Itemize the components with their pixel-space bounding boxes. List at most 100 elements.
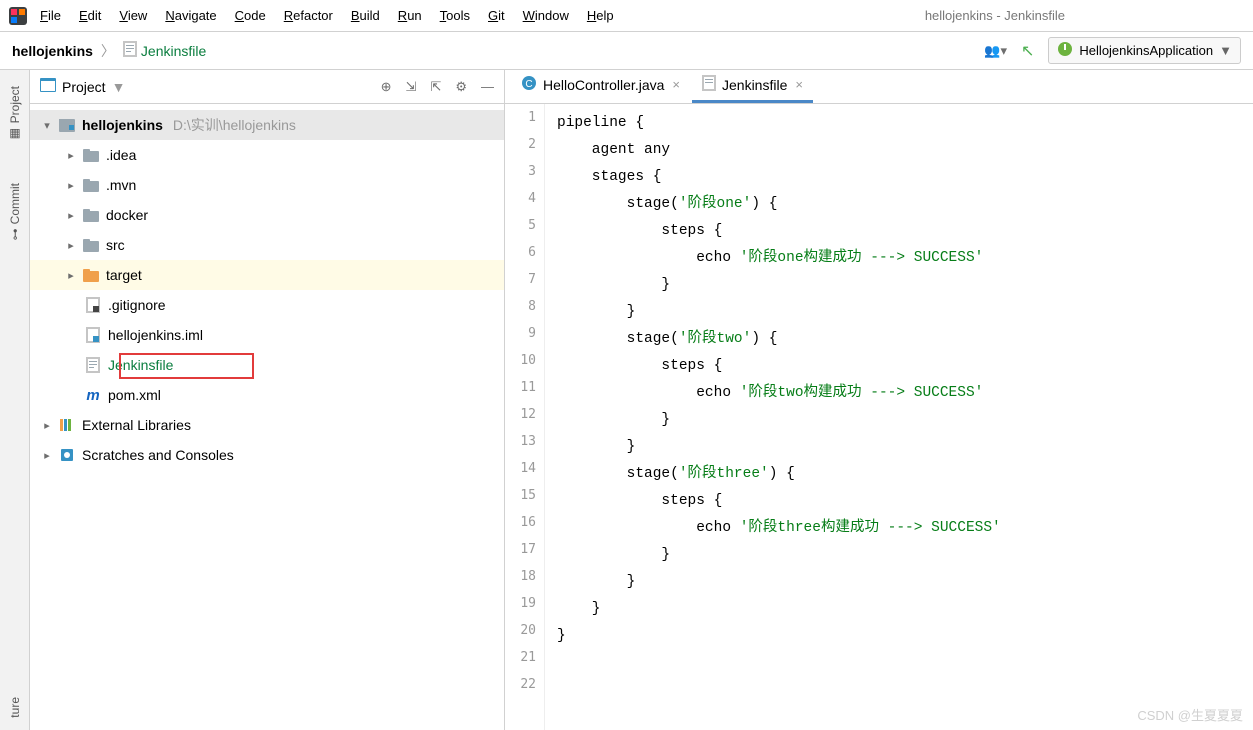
- tree-item-target[interactable]: target: [30, 260, 504, 290]
- menu-navigate[interactable]: Navigate: [165, 8, 216, 23]
- menu-view[interactable]: View: [119, 8, 147, 23]
- menu-tools[interactable]: Tools: [440, 8, 470, 23]
- side-tab-project-label: Project: [8, 86, 22, 123]
- folder-icon: [82, 236, 100, 254]
- menu-refactor[interactable]: Refactor: [284, 8, 333, 23]
- breadcrumb-file[interactable]: Jenkinsfile: [123, 41, 206, 60]
- tree-item-docker[interactable]: docker: [30, 200, 504, 230]
- tree-item-label: target: [106, 267, 142, 283]
- expand-all-icon[interactable]: ⇲: [406, 79, 417, 95]
- code-line: }: [557, 299, 1001, 326]
- folder-icon: [82, 146, 100, 164]
- tree-item-label: .idea: [106, 147, 136, 163]
- tree-item-label: src: [106, 237, 125, 253]
- tree-item--idea[interactable]: .idea: [30, 140, 504, 170]
- tab-icon: C: [521, 75, 537, 94]
- users-icon[interactable]: 👥▾: [984, 43, 1007, 59]
- project-panel-title[interactable]: Project ▼: [40, 78, 125, 95]
- editor-tab-Jenkinsfile[interactable]: Jenkinsfile×: [692, 69, 813, 103]
- close-icon[interactable]: ×: [795, 77, 803, 92]
- chevron-right-icon[interactable]: [40, 449, 54, 462]
- build-hammer-icon[interactable]: ↖: [1021, 41, 1034, 61]
- close-icon[interactable]: ×: [672, 77, 680, 92]
- gutter-line: 19: [505, 596, 544, 623]
- run-config-label: HellojenkinsApplication: [1079, 43, 1213, 58]
- menu-git[interactable]: Git: [488, 8, 505, 23]
- menu-bar: File Edit View Navigate Code Refactor Build Run…: [0, 0, 1253, 32]
- menu-edit[interactable]: Edit: [79, 8, 101, 23]
- code-line: echo '阶段three构建成功 ---> SUCCESS': [557, 515, 1001, 542]
- chevron-right-icon[interactable]: [64, 209, 78, 222]
- code-line: steps {: [557, 488, 1001, 515]
- tree-external-libraries[interactable]: External Libraries: [30, 410, 504, 440]
- menu-window[interactable]: Window: [523, 8, 569, 23]
- code-line: stages {: [557, 164, 1001, 191]
- menu-build[interactable]: Build: [351, 8, 380, 23]
- gutter-line: 18: [505, 569, 544, 596]
- gutter-line: 17: [505, 542, 544, 569]
- gutter-line: 20: [505, 623, 544, 650]
- tree-item--mvn[interactable]: .mvn: [30, 170, 504, 200]
- panel-tools: ⊕ ⇲ ⇱ ⚙ —: [381, 79, 494, 95]
- hide-icon[interactable]: —: [481, 79, 494, 94]
- tree-item-label: Jenkinsfile: [108, 357, 173, 373]
- tree-item-Jenkinsfile[interactable]: Jenkinsfile: [30, 350, 504, 380]
- tree-item--gitignore[interactable]: .gitignore: [30, 290, 504, 320]
- module-icon: [58, 116, 76, 134]
- tree-external-libraries-label: External Libraries: [82, 417, 191, 433]
- chevron-down-icon[interactable]: [40, 119, 54, 132]
- tree-item-src[interactable]: src: [30, 230, 504, 260]
- menu-help[interactable]: Help: [587, 8, 614, 23]
- svg-text:C: C: [525, 79, 532, 90]
- code-line: }: [557, 569, 1001, 596]
- menu-file[interactable]: File: [40, 8, 61, 23]
- project-icon: ▦: [8, 127, 22, 141]
- code-line: }: [557, 596, 1001, 623]
- gutter-line: 12: [505, 407, 544, 434]
- chevron-right-icon[interactable]: [64, 269, 78, 282]
- code-line: }: [557, 272, 1001, 299]
- project-view-icon: [40, 78, 56, 95]
- settings-icon[interactable]: ⚙: [455, 79, 467, 95]
- code-line: echo '阶段two构建成功 ---> SUCCESS': [557, 380, 1001, 407]
- editor-tab-HelloController-java[interactable]: CHelloController.java×: [511, 69, 690, 103]
- spring-boot-icon: [1057, 41, 1073, 60]
- tree-item-label: .mvn: [106, 177, 136, 193]
- collapse-all-icon[interactable]: ⇱: [430, 79, 441, 95]
- tree-item-label: hellojenkins.iml: [108, 327, 203, 343]
- app-logo-icon: [8, 6, 28, 26]
- toolbar-right: 👥▾ ↖ HellojenkinsApplication ▼: [984, 37, 1241, 64]
- gutter-line: 15: [505, 488, 544, 515]
- side-tab-structure[interactable]: ture: [4, 689, 26, 726]
- editor-body: 12345678910111213141516171819202122 pipe…: [505, 104, 1253, 730]
- code-line: }: [557, 542, 1001, 569]
- menu-code[interactable]: Code: [235, 8, 266, 23]
- gutter-line: 8: [505, 299, 544, 326]
- select-opened-file-icon[interactable]: ⊕: [381, 79, 392, 95]
- code-line: steps {: [557, 353, 1001, 380]
- menu-run[interactable]: Run: [398, 8, 422, 23]
- side-tab-commit[interactable]: ⊶ Commit: [4, 175, 26, 248]
- tree-root[interactable]: hellojenkins D:\实训\hellojenkins: [30, 110, 504, 140]
- folder-icon: [82, 206, 100, 224]
- tree-scratches[interactable]: Scratches and Consoles: [30, 440, 504, 470]
- breadcrumb-file-label: Jenkinsfile: [141, 43, 206, 59]
- folder-icon: [82, 266, 100, 284]
- tree-item-hellojenkins-iml[interactable]: hellojenkins.iml: [30, 320, 504, 350]
- breadcrumb-separator-icon: 〉: [101, 41, 115, 61]
- chevron-right-icon[interactable]: [40, 419, 54, 432]
- run-configuration-selector[interactable]: HellojenkinsApplication ▼: [1048, 37, 1241, 64]
- side-tab-project[interactable]: ▦ Project: [4, 78, 26, 149]
- code-line: }: [557, 623, 1001, 650]
- chevron-right-icon[interactable]: [64, 239, 78, 252]
- breadcrumb-project[interactable]: hellojenkins: [12, 43, 93, 59]
- file-icon: [84, 296, 102, 314]
- chevron-right-icon[interactable]: [64, 179, 78, 192]
- tree-item-pom-xml[interactable]: mpom.xml: [30, 380, 504, 410]
- gutter-line: 11: [505, 380, 544, 407]
- gutter-line: 14: [505, 461, 544, 488]
- file-icon: [84, 326, 102, 344]
- file-icon: m: [84, 386, 102, 404]
- chevron-right-icon[interactable]: [64, 149, 78, 162]
- editor-code[interactable]: pipeline { agent any stages { stage('阶段o…: [545, 104, 1001, 730]
